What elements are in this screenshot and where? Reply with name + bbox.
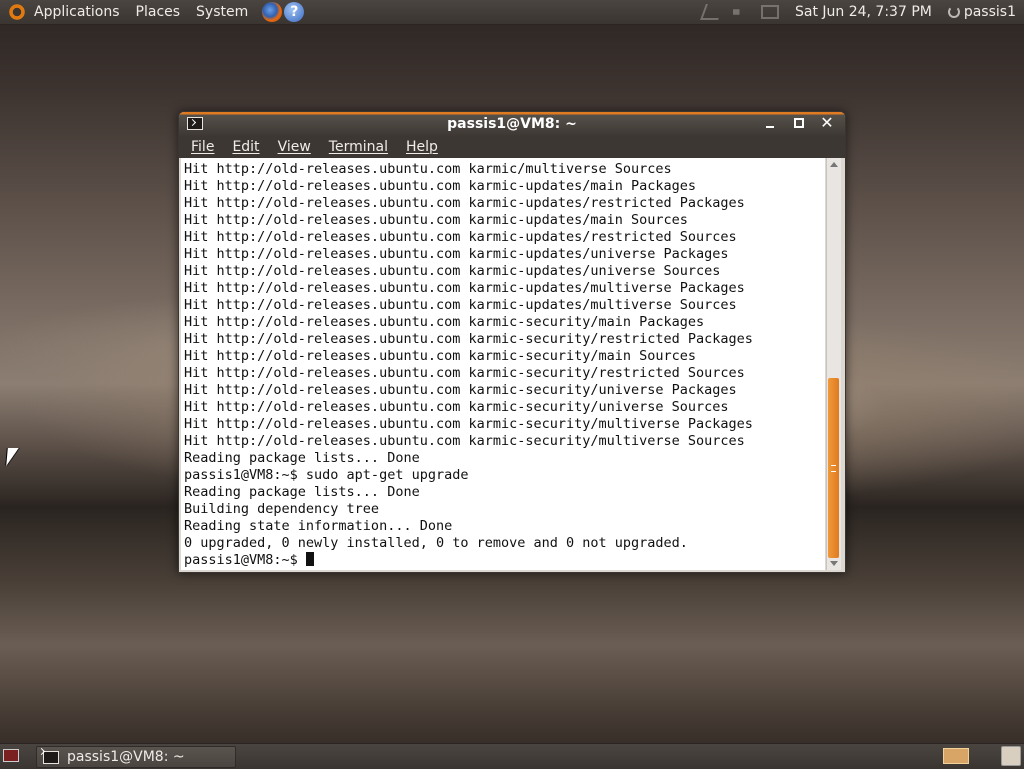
terminal-line: Hit http://old-releases.ubuntu.com karmi… [184,399,729,415]
places-menu[interactable]: Places [128,0,189,24]
system-menu[interactable]: System [188,0,256,24]
terminal-window: passis1@VM8: ~ ✕ File Edit View Terminal… [178,111,846,573]
taskbar-terminal-button[interactable]: passis1@VM8: ~ [36,746,236,768]
terminal-line: Hit http://old-releases.ubuntu.com karmi… [184,382,737,398]
network-icon[interactable] [700,4,724,20]
show-desktop-icon[interactable] [3,749,19,762]
terminal-line: Hit http://old-releases.ubuntu.com karmi… [184,178,697,194]
terminal-line: Hit http://old-releases.ubuntu.com karmi… [184,263,721,279]
trash-icon[interactable] [1001,746,1021,766]
terminal-line: Reading state information... Done [184,518,453,534]
text-cursor [305,552,314,566]
view-menu[interactable]: View [272,136,317,158]
power-icon[interactable] [947,6,960,18]
top-panel: Applications Places System ? Sat Jun 24,… [0,0,1024,25]
taskbar-label: passis1@VM8: ~ [67,749,185,765]
scroll-up-arrow-icon[interactable] [827,158,841,170]
terminal-menu-bar: File Edit View Terminal Help [179,136,845,158]
terminal-line: Reading package lists... Done [184,484,420,500]
terminal-line: Hit http://old-releases.ubuntu.com karmi… [184,433,745,449]
terminal-line: Hit http://old-releases.ubuntu.com karmi… [184,195,745,211]
panel-right-area: Sat Jun 24, 7:37 PM passis1 [697,4,1024,20]
terminal-line: 0 upgraded, 0 newly installed, 0 to remo… [184,535,688,551]
mouse-pointer-icon [6,448,19,466]
terminal-line: Hit http://old-releases.ubuntu.com karmi… [184,416,753,432]
window-title: passis1@VM8: ~ [447,116,577,132]
close-button[interactable]: ✕ [817,114,837,132]
terminal-line: Reading package lists... Done [184,450,420,466]
terminal-icon [43,750,59,764]
terminal-line: passis1@VM8:~$ sudo apt-get upgrade [184,467,469,483]
scrollbar[interactable] [826,158,841,570]
scroll-down-arrow-icon[interactable] [827,558,841,570]
scroll-thumb[interactable] [828,378,839,558]
title-bar[interactable]: passis1@VM8: ~ ✕ [179,112,845,136]
terminal-menu[interactable]: Terminal [323,136,394,158]
terminal-line: Hit http://old-releases.ubuntu.com karmi… [184,280,745,296]
bottom-panel: passis1@VM8: ~ [0,743,1024,769]
terminal-line: Hit http://old-releases.ubuntu.com karmi… [184,348,697,364]
terminal-line: Hit http://old-releases.ubuntu.com karmi… [184,297,737,313]
terminal-output: Hit http://old-releases.ubuntu.com karmi… [181,161,753,569]
edit-menu[interactable]: Edit [226,136,265,158]
ubuntu-logo-icon[interactable] [8,3,26,21]
workspace-switcher[interactable] [943,748,969,764]
clock[interactable]: Sat Jun 24, 7:37 PM [785,4,942,20]
minimize-button[interactable] [761,114,781,132]
help-launcher-icon[interactable]: ? [284,2,305,22]
mail-icon[interactable] [760,5,779,19]
terminal-line: Building dependency tree [184,501,380,517]
volume-icon[interactable] [732,5,746,19]
terminal-line: Hit http://old-releases.ubuntu.com karmi… [184,246,729,262]
terminal-output-area[interactable]: Hit http://old-releases.ubuntu.com karmi… [181,158,825,570]
terminal-prompt-line: passis1@VM8:~$ [184,552,753,569]
terminal-prompt: passis1@VM8:~$ [184,552,306,568]
user-menu[interactable]: passis1 [964,4,1024,20]
file-menu[interactable]: File [185,136,220,158]
terminal-line: Hit http://old-releases.ubuntu.com karmi… [184,212,688,228]
terminal-line: Hit http://old-releases.ubuntu.com karmi… [184,331,753,347]
terminal-line: Hit http://old-releases.ubuntu.com karmi… [184,229,737,245]
terminal-line: Hit http://old-releases.ubuntu.com karmi… [184,365,745,381]
applications-menu[interactable]: Applications [26,0,128,24]
help-menu[interactable]: Help [400,136,444,158]
firefox-launcher-icon[interactable] [262,2,283,22]
terminal-line: Hit http://old-releases.ubuntu.com karmi… [184,161,672,177]
maximize-button[interactable] [789,114,809,132]
terminal-line: Hit http://old-releases.ubuntu.com karmi… [184,314,705,330]
